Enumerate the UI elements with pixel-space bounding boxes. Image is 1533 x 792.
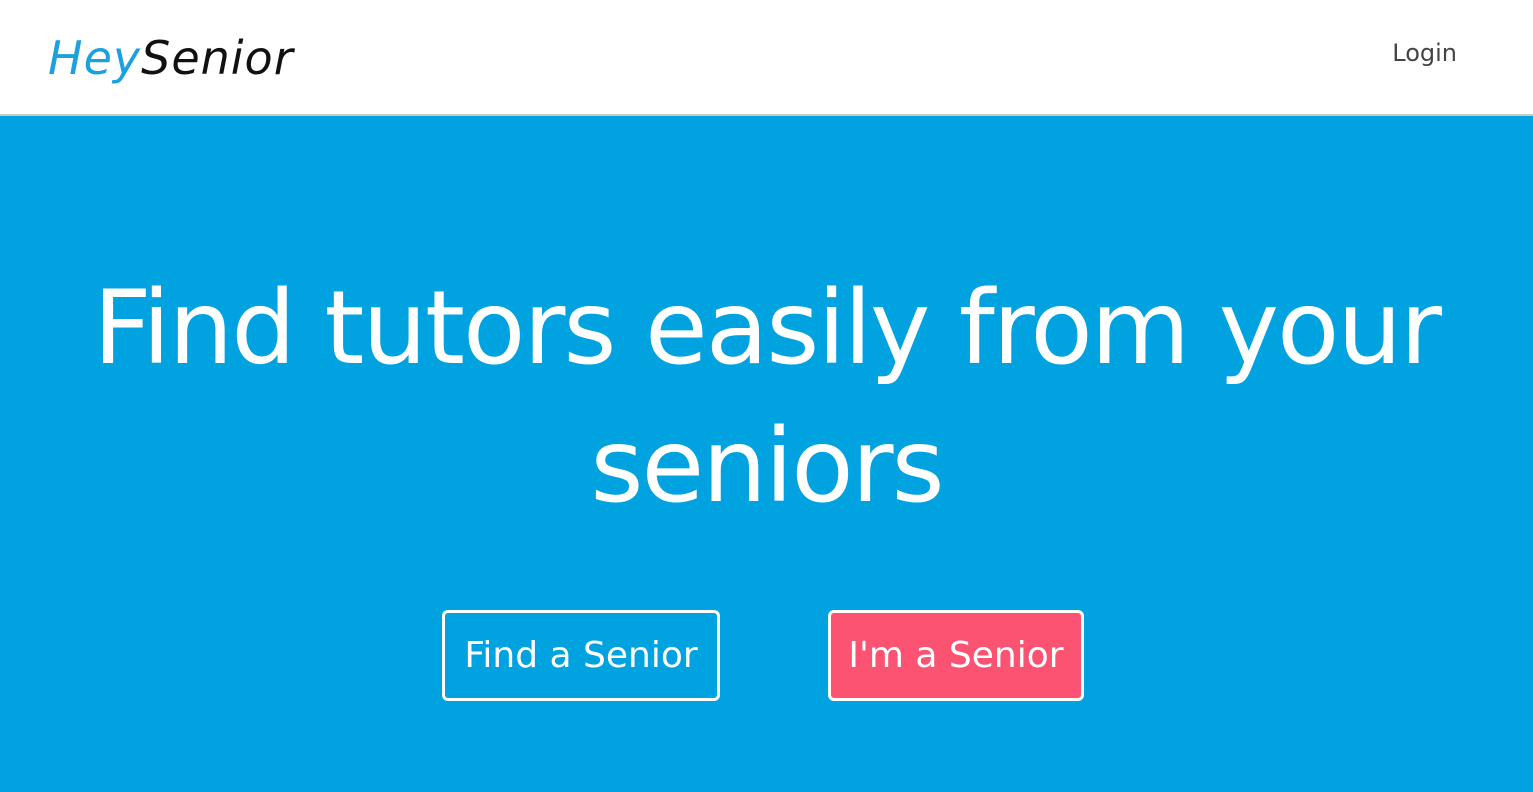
hero-headline: Find tutors easily from your seniors: [93, 269, 1442, 526]
logo-senior: Senior: [141, 31, 294, 85]
heysenior-logo[interactable]: HeySenior: [48, 26, 294, 90]
top-navbar: HeySenior Login: [0, 0, 1533, 116]
im-a-senior-button[interactable]: I'm a Senior: [828, 610, 1084, 701]
login-link[interactable]: Login: [1392, 36, 1457, 70]
logo-hey: Hey: [48, 31, 142, 85]
find-a-senior-button[interactable]: Find a Senior: [442, 610, 720, 701]
hero-section: Find tutors easily from your seniors: [0, 116, 1533, 792]
